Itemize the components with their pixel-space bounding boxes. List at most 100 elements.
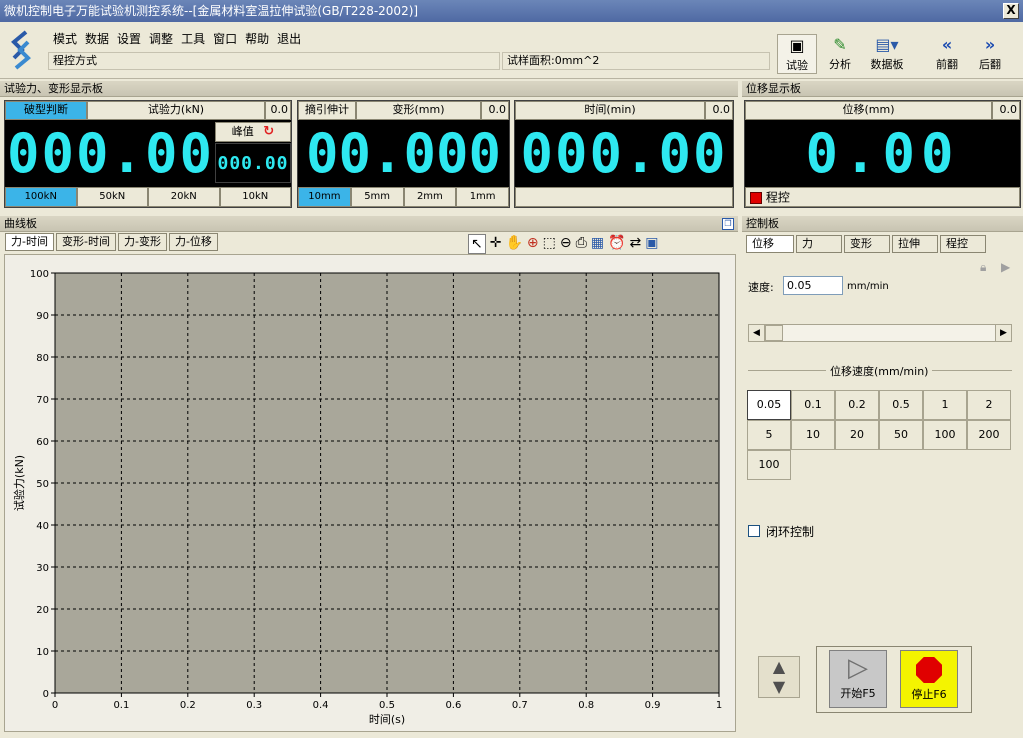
- jog-button[interactable]: ▲ ▼: [758, 656, 800, 698]
- speed-option[interactable]: 100: [747, 450, 791, 480]
- disp-display: 位移(mm) 0.0 0.00 程控: [744, 100, 1021, 208]
- lock-icon[interactable]: 🔒︎: [980, 260, 986, 275]
- chart-settings-icon[interactable]: ▦: [591, 234, 604, 254]
- speed-group-label: 位移速度(mm/min): [826, 363, 933, 379]
- y-tick-label: 0: [43, 689, 49, 700]
- program-control-indicator: 程控: [745, 187, 1020, 207]
- curve-panel-header: 曲线板: [0, 216, 738, 232]
- y-tick-label: 10: [36, 647, 49, 658]
- pan-hand-icon[interactable]: ✋: [505, 234, 522, 254]
- scroll-thumb[interactable]: [765, 325, 783, 341]
- speed-option[interactable]: 0.05: [747, 390, 791, 420]
- calculator-icon[interactable]: ▣: [645, 234, 658, 254]
- test-icon: ▣: [789, 36, 805, 55]
- menu-data[interactable]: 数据: [84, 30, 110, 48]
- speed-option[interactable]: 0.5: [879, 390, 923, 420]
- curve-tabs: 力-时间 变形-时间 力-变形 力-位移: [5, 233, 218, 251]
- print-icon[interactable]: ⎙: [576, 234, 587, 254]
- closed-loop-label: 闭环控制: [766, 525, 815, 539]
- close-button[interactable]: X: [1003, 3, 1019, 19]
- clock-icon[interactable]: ⏰: [608, 234, 625, 254]
- toolbar-analysis-button[interactable]: ✎ 分析: [821, 34, 859, 74]
- y-axis-label: 试验力(kN): [12, 455, 26, 511]
- refresh-icon[interactable]: ↻: [263, 124, 274, 139]
- restore-icon[interactable]: ❐: [722, 218, 734, 230]
- time-footer: [515, 187, 733, 207]
- toolbar-prev-button[interactable]: « 前翻: [928, 34, 966, 74]
- range-2mm[interactable]: 2mm: [403, 187, 457, 207]
- speed-option[interactable]: 10: [791, 420, 835, 450]
- closed-loop-checkbox[interactable]: [748, 525, 760, 537]
- speed-option[interactable]: 2: [967, 390, 1011, 420]
- peak-label: 峰值 ↻: [215, 122, 291, 142]
- status-area: 试样面积:0mm^2: [502, 52, 770, 70]
- deform-label: 变形(mm): [356, 101, 481, 120]
- menu-mode[interactable]: 模式: [52, 30, 78, 48]
- tab-force-disp[interactable]: 力-位移: [168, 233, 218, 251]
- tab-force-deform[interactable]: 力-变形: [117, 233, 167, 251]
- tab-displacement[interactable]: 位移: [746, 235, 794, 253]
- stop-button[interactable]: 停止F6: [900, 650, 958, 708]
- range-1mm[interactable]: 1mm: [456, 187, 509, 207]
- pointer-icon[interactable]: ↖: [468, 234, 486, 254]
- speed-scrollbar[interactable]: ◀ ▶: [748, 324, 1012, 342]
- y-tick-label: 20: [36, 605, 49, 616]
- x-tick-label: 0.9: [645, 700, 661, 711]
- break-judge-button[interactable]: 破型判断: [5, 101, 87, 120]
- x-tick-label: 0.1: [113, 700, 129, 711]
- speed-option[interactable]: 5: [747, 420, 791, 450]
- toolbar-next-button[interactable]: » 后翻: [971, 34, 1009, 74]
- range-50kn[interactable]: 50kN: [76, 187, 148, 207]
- speed-option[interactable]: 200: [967, 420, 1011, 450]
- force-label: 试验力(kN): [87, 101, 265, 120]
- tab-deform[interactable]: 变形: [844, 235, 890, 253]
- menu-window[interactable]: 窗口: [212, 30, 238, 48]
- tab-deform-time[interactable]: 变形-时间: [55, 233, 116, 251]
- deform-range-row: 10mm 5mm 2mm 1mm: [298, 187, 509, 207]
- speed-unit: mm/min: [847, 281, 889, 292]
- menu-help[interactable]: 帮助: [244, 30, 270, 48]
- toolbar-test-button[interactable]: ▣ 试验: [777, 34, 817, 74]
- zoom-in-icon[interactable]: ⊕: [527, 234, 539, 254]
- play-small-icon[interactable]: ▶: [1001, 260, 1010, 274]
- crosshair-icon[interactable]: ✛: [490, 234, 502, 254]
- speed-option[interactable]: 100: [923, 420, 967, 450]
- chart-toolbar: ↖ ✛ ✋ ⊕ ⬚ ⊖ ⎙ ▦ ⏰ ⇄ ▣: [468, 234, 658, 254]
- export-icon[interactable]: ⇄: [629, 234, 641, 254]
- tab-program[interactable]: 程控: [940, 235, 986, 253]
- disp-small-value: 0.0: [992, 101, 1020, 120]
- range-5mm[interactable]: 5mm: [350, 187, 404, 207]
- range-10mm[interactable]: 10mm: [298, 187, 351, 207]
- menu-tools[interactable]: 工具: [180, 30, 206, 48]
- start-button[interactable]: ▷ 开始F5: [829, 650, 887, 708]
- y-tick-label: 60: [36, 437, 49, 448]
- y-tick-label: 70: [36, 395, 49, 406]
- extensometer-button[interactable]: 摘引伸计: [298, 101, 356, 120]
- zoom-rect-icon[interactable]: ⬚: [543, 234, 556, 254]
- prev-icon: «: [941, 35, 953, 54]
- range-20kn[interactable]: 20kN: [148, 187, 220, 207]
- speed-option[interactable]: 0.2: [835, 390, 879, 420]
- x-tick-label: 0.7: [512, 700, 528, 711]
- tab-force-time[interactable]: 力-时间: [5, 233, 54, 251]
- speed-option[interactable]: 20: [835, 420, 879, 450]
- range-100kn[interactable]: 100kN: [5, 187, 77, 207]
- y-tick-label: 50: [36, 479, 49, 490]
- speed-input[interactable]: [783, 276, 843, 295]
- speed-option[interactable]: 50: [879, 420, 923, 450]
- tab-tension[interactable]: 拉伸: [892, 235, 938, 253]
- toolbar-next-label: 后翻: [979, 58, 1001, 71]
- next-icon: »: [984, 35, 996, 54]
- force-value: 000.00: [7, 122, 215, 185]
- scroll-right-arrow[interactable]: ▶: [995, 325, 1011, 341]
- speed-option[interactable]: 1: [923, 390, 967, 420]
- menu-exit[interactable]: 退出: [276, 30, 302, 48]
- scroll-left-arrow[interactable]: ◀: [749, 325, 765, 341]
- tab-force[interactable]: 力: [796, 235, 842, 253]
- menu-adjust[interactable]: 调整: [148, 30, 174, 48]
- speed-option[interactable]: 0.1: [791, 390, 835, 420]
- menu-settings[interactable]: 设置: [116, 30, 142, 48]
- zoom-out-icon[interactable]: ⊖: [560, 234, 572, 254]
- range-10kn[interactable]: 10kN: [219, 187, 291, 207]
- toolbar-databoard-button[interactable]: ▤▾ 数据板: [862, 34, 912, 74]
